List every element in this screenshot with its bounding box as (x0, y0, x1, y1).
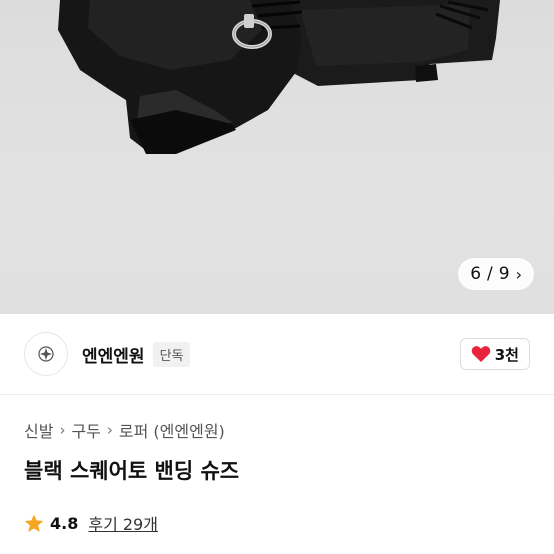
reviews-link[interactable]: 후기 29개 (88, 511, 158, 535)
rating-row: 4.8 후기 29개 (24, 510, 158, 536)
product-image-gallery[interactable]: 6 / 9 › (0, 0, 554, 314)
breadcrumb-item-loafers[interactable]: 로퍼 (엔엔엔원) (119, 418, 225, 442)
like-count: 3천 (494, 345, 519, 364)
chevron-right-icon: › (59, 421, 66, 439)
heart-icon (471, 346, 490, 362)
breadcrumb-item-shoes[interactable]: 신발 (24, 418, 53, 442)
seller-avatar[interactable] (24, 332, 68, 376)
like-button[interactable]: 3천 (459, 338, 530, 370)
seller-row: 엔엔엔원 단독 3천 (0, 314, 554, 394)
section-divider (0, 394, 554, 395)
gallery-current: 6 (470, 264, 482, 284)
gallery-separator: / (487, 264, 493, 284)
seller-name[interactable]: 엔엔엔원 (82, 342, 145, 367)
product-title: 블랙 스퀘어토 밴딩 슈즈 (24, 459, 240, 483)
exclusive-badge: 단독 (152, 341, 191, 367)
breadcrumb-item-dress-shoes[interactable]: 구두 (71, 418, 100, 442)
chevron-right-icon: › (515, 264, 522, 284)
gallery-total: 9 (498, 264, 510, 284)
rating-value: 4.8 (50, 513, 79, 533)
star-icon (24, 514, 44, 532)
brand-logo-icon (38, 346, 54, 362)
gallery-counter[interactable]: 6 / 9 › (458, 258, 534, 290)
breadcrumb: 신발 › 구두 › 로퍼 (엔엔엔원) (24, 417, 225, 443)
chevron-right-icon: › (106, 421, 113, 439)
